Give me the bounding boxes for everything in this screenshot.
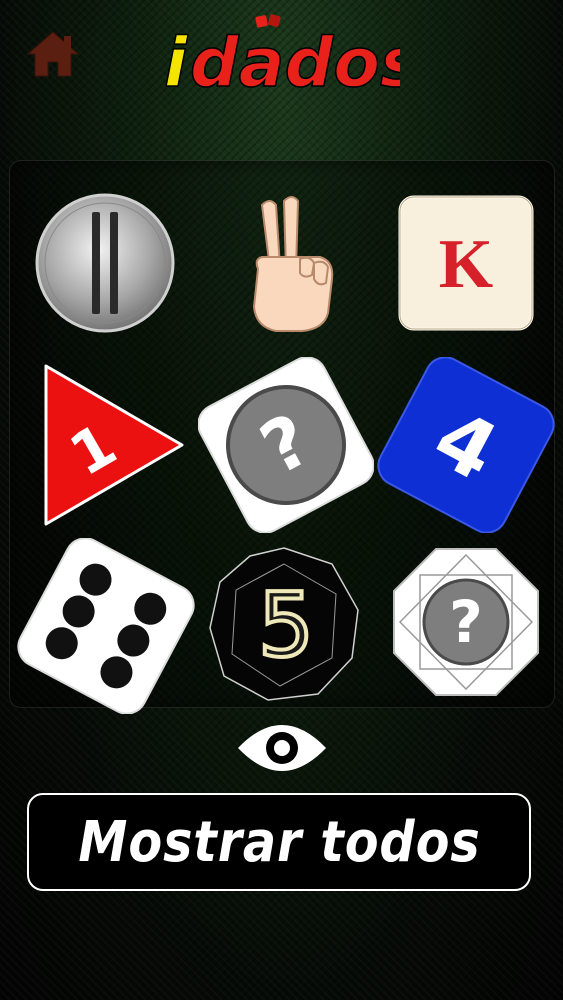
card-face: K — [439, 226, 493, 303]
black-d12-die[interactable]: 5 — [206, 546, 362, 702]
coin-die[interactable] — [34, 192, 176, 334]
coin-bar-right — [110, 212, 118, 314]
octagon-unknown-face: ? — [449, 588, 483, 656]
d12-face: 5 — [258, 574, 314, 677]
white-cube-die-unknown[interactable]: ? — [198, 357, 374, 533]
show-all-label: Mostrar todos — [77, 809, 481, 875]
coin-bar-left — [92, 212, 100, 314]
logo-text: dados — [190, 24, 400, 98]
show-all-button[interactable]: Mostrar todos — [27, 793, 531, 891]
blue-cube-die[interactable]: 4 — [376, 357, 556, 533]
home-icon[interactable] — [26, 28, 80, 80]
eye-icon[interactable] — [236, 720, 328, 776]
logo-letter-i: i — [164, 24, 189, 98]
idados-logo: i dados — [163, 14, 400, 98]
hand-die[interactable] — [240, 195, 340, 335]
pip-die[interactable] — [17, 538, 195, 714]
card-die[interactable]: K — [396, 193, 536, 333]
octagon-die-unknown[interactable]: ? — [390, 545, 542, 699]
triangle-die[interactable]: 1 — [40, 362, 186, 528]
